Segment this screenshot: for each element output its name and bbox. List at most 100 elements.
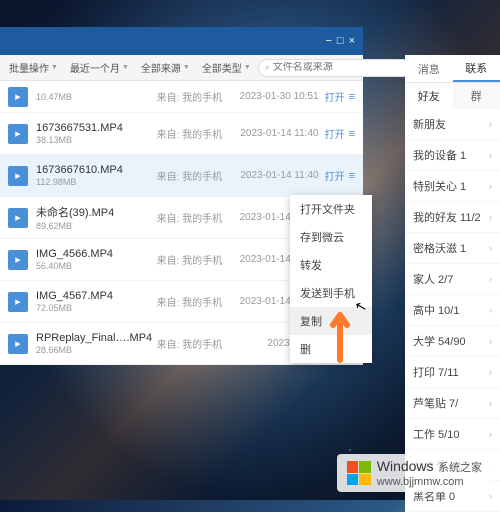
file-size: 38.13MB [36, 135, 157, 145]
chevron-right-icon: › [489, 181, 492, 191]
contacts-panel: 消息 联系 好友 群 新朋友›我的设备 1›特别关心 1›我的好友 11/2›密… [405, 55, 500, 512]
file-info: IMG_4566.MP4 56.40MB [36, 248, 157, 271]
window-titlebar: − □ × [0, 27, 363, 55]
chevron-right-icon: › [489, 305, 492, 315]
type-filter-button[interactable]: 全部类型▼ [197, 57, 256, 78]
file-date: 2023-01-30 10:51 [227, 91, 319, 102]
contact-group-item[interactable]: 打印 7/11 › [405, 357, 500, 388]
more-icon[interactable]: ≡ [349, 170, 355, 182]
time-filter-button[interactable]: 最近一个月▼ [65, 57, 134, 78]
tab-friends[interactable]: 好友 [405, 83, 453, 109]
file-name: 1673667531.MP4 [36, 122, 157, 134]
context-menu-item[interactable]: 转发 [290, 251, 372, 279]
file-source: 来自: 我的手机 [157, 168, 227, 183]
file-name: 1673667610.MP4 [36, 164, 157, 176]
group-label: 密格沃滋 1 [413, 240, 466, 256]
source-filter-button[interactable]: 全部来源▼ [136, 57, 195, 78]
context-menu-item[interactable]: 打开文件夹 [290, 195, 372, 223]
file-size: 56.40MB [36, 261, 157, 271]
video-icon [8, 250, 28, 270]
video-icon [8, 334, 28, 354]
group-label: 大学 54/90 [413, 333, 466, 349]
chevron-right-icon: › [489, 367, 492, 377]
file-info: IMG_4567.MP4 72.05MB [36, 290, 157, 313]
chevron-right-icon: › [489, 243, 492, 253]
search-icon: ⌕ [265, 62, 270, 73]
more-icon[interactable]: ≡ [349, 91, 355, 103]
watermark-brand: Windows [377, 458, 434, 474]
file-source: 来自: 我的手机 [157, 336, 227, 351]
video-icon [8, 208, 28, 228]
search-box[interactable]: ⌕ [258, 59, 412, 77]
contact-group-item[interactable]: 我的设备 1 › [405, 140, 500, 171]
contact-group-item[interactable]: 芦笔贴 7/ › [405, 388, 500, 419]
file-size: 28.66MB [36, 345, 157, 355]
tab-groups[interactable]: 群 [453, 83, 500, 109]
file-source: 来自: 我的手机 [157, 89, 227, 104]
group-label: 我的好友 11/2 [413, 209, 481, 225]
open-button[interactable]: 打开 [325, 126, 345, 141]
file-name: IMG_4566.MP4 [36, 248, 157, 260]
contact-group-item[interactable]: 密格沃滋 1 › [405, 233, 500, 264]
file-size: 10.47MB [36, 92, 157, 102]
contact-group-item[interactable]: 特别关心 1 › [405, 171, 500, 202]
video-icon [8, 87, 28, 107]
file-name: IMG_4567.MP4 [36, 290, 157, 302]
chevron-right-icon: › [489, 150, 492, 160]
minimize-icon[interactable]: − [325, 35, 331, 47]
chevron-down-icon: ▼ [122, 64, 129, 71]
group-label: 高中 10/1 [413, 302, 459, 318]
tab-messages[interactable]: 消息 [405, 55, 453, 82]
chevron-right-icon: › [489, 398, 492, 408]
file-info: 1673667610.MP4 112.98MB [36, 164, 157, 187]
search-input[interactable] [273, 62, 405, 73]
file-row[interactable]: 1673667531.MP4 38.13MB 来自: 我的手机 2023-01-… [0, 113, 363, 155]
chevron-right-icon: › [489, 429, 492, 439]
group-label: 我的设备 1 [413, 147, 466, 163]
watermark: Windows 系统之家 www.bjjmmw.com [337, 454, 492, 492]
file-size: 112.98MB [36, 177, 157, 187]
file-info: 10.47MB [36, 91, 157, 102]
file-info: RPReplay_Final….MP4 28.66MB [36, 332, 157, 355]
file-source: 来自: 我的手机 [157, 252, 227, 267]
chevron-down-icon: ▼ [183, 64, 190, 71]
file-info: 1673667531.MP4 38.13MB [36, 122, 157, 145]
group-label: 新朋友 [413, 116, 446, 132]
sub-tabs: 好友 群 [405, 83, 500, 109]
file-info: 未命名(39).MP4 89.62MB [36, 204, 157, 231]
group-label: 特别关心 1 [413, 178, 466, 194]
file-date: 2023-01-14 11:40 [227, 128, 319, 139]
contact-group-item[interactable]: 新朋友› [405, 109, 500, 140]
contact-group-item[interactable]: 大学 54/90 › [405, 326, 500, 357]
video-icon [8, 124, 28, 144]
group-label: 芦笔贴 7/ [413, 395, 458, 411]
group-label: 打印 7/11 [413, 364, 459, 380]
file-name: RPReplay_Final….MP4 [36, 332, 157, 344]
contact-group-item[interactable]: 我的好友 11/2› [405, 202, 500, 233]
more-icon[interactable]: ≡ [349, 128, 355, 140]
file-size: 89.62MB [36, 221, 157, 231]
chevron-right-icon: › [489, 336, 492, 346]
chevron-down-icon: ▼ [244, 64, 251, 71]
tab-contacts[interactable]: 联系 [453, 55, 500, 82]
watermark-url: www.bjjmmw.com [377, 476, 482, 488]
file-size: 72.05MB [36, 303, 157, 313]
open-button[interactable]: 打开 [325, 168, 345, 183]
file-row[interactable]: 1673667610.MP4 112.98MB 来自: 我的手机 2023-01… [0, 155, 363, 197]
maximize-icon[interactable]: □ [337, 35, 344, 47]
file-source: 来自: 我的手机 [157, 126, 227, 141]
main-tabs: 消息 联系 [405, 55, 500, 83]
chevron-right-icon: › [489, 274, 492, 284]
file-row[interactable]: 10.47MB 来自: 我的手机 2023-01-30 10:51 打开 ≡ [0, 81, 363, 113]
file-source: 来自: 我的手机 [157, 294, 227, 309]
contact-group-item[interactable]: 工作 5/10› [405, 419, 500, 450]
close-icon[interactable]: × [349, 35, 355, 47]
annotation-arrow [325, 310, 355, 370]
video-icon [8, 292, 28, 312]
open-button[interactable]: 打开 [325, 89, 345, 104]
group-label: 家人 2/7 [413, 271, 453, 287]
batch-ops-button[interactable]: 批量操作▼ [4, 57, 63, 78]
context-menu-item[interactable]: 存到微云 [290, 223, 372, 251]
contact-group-item[interactable]: 家人 2/7 › [405, 264, 500, 295]
contact-group-item[interactable]: 高中 10/1 › [405, 295, 500, 326]
